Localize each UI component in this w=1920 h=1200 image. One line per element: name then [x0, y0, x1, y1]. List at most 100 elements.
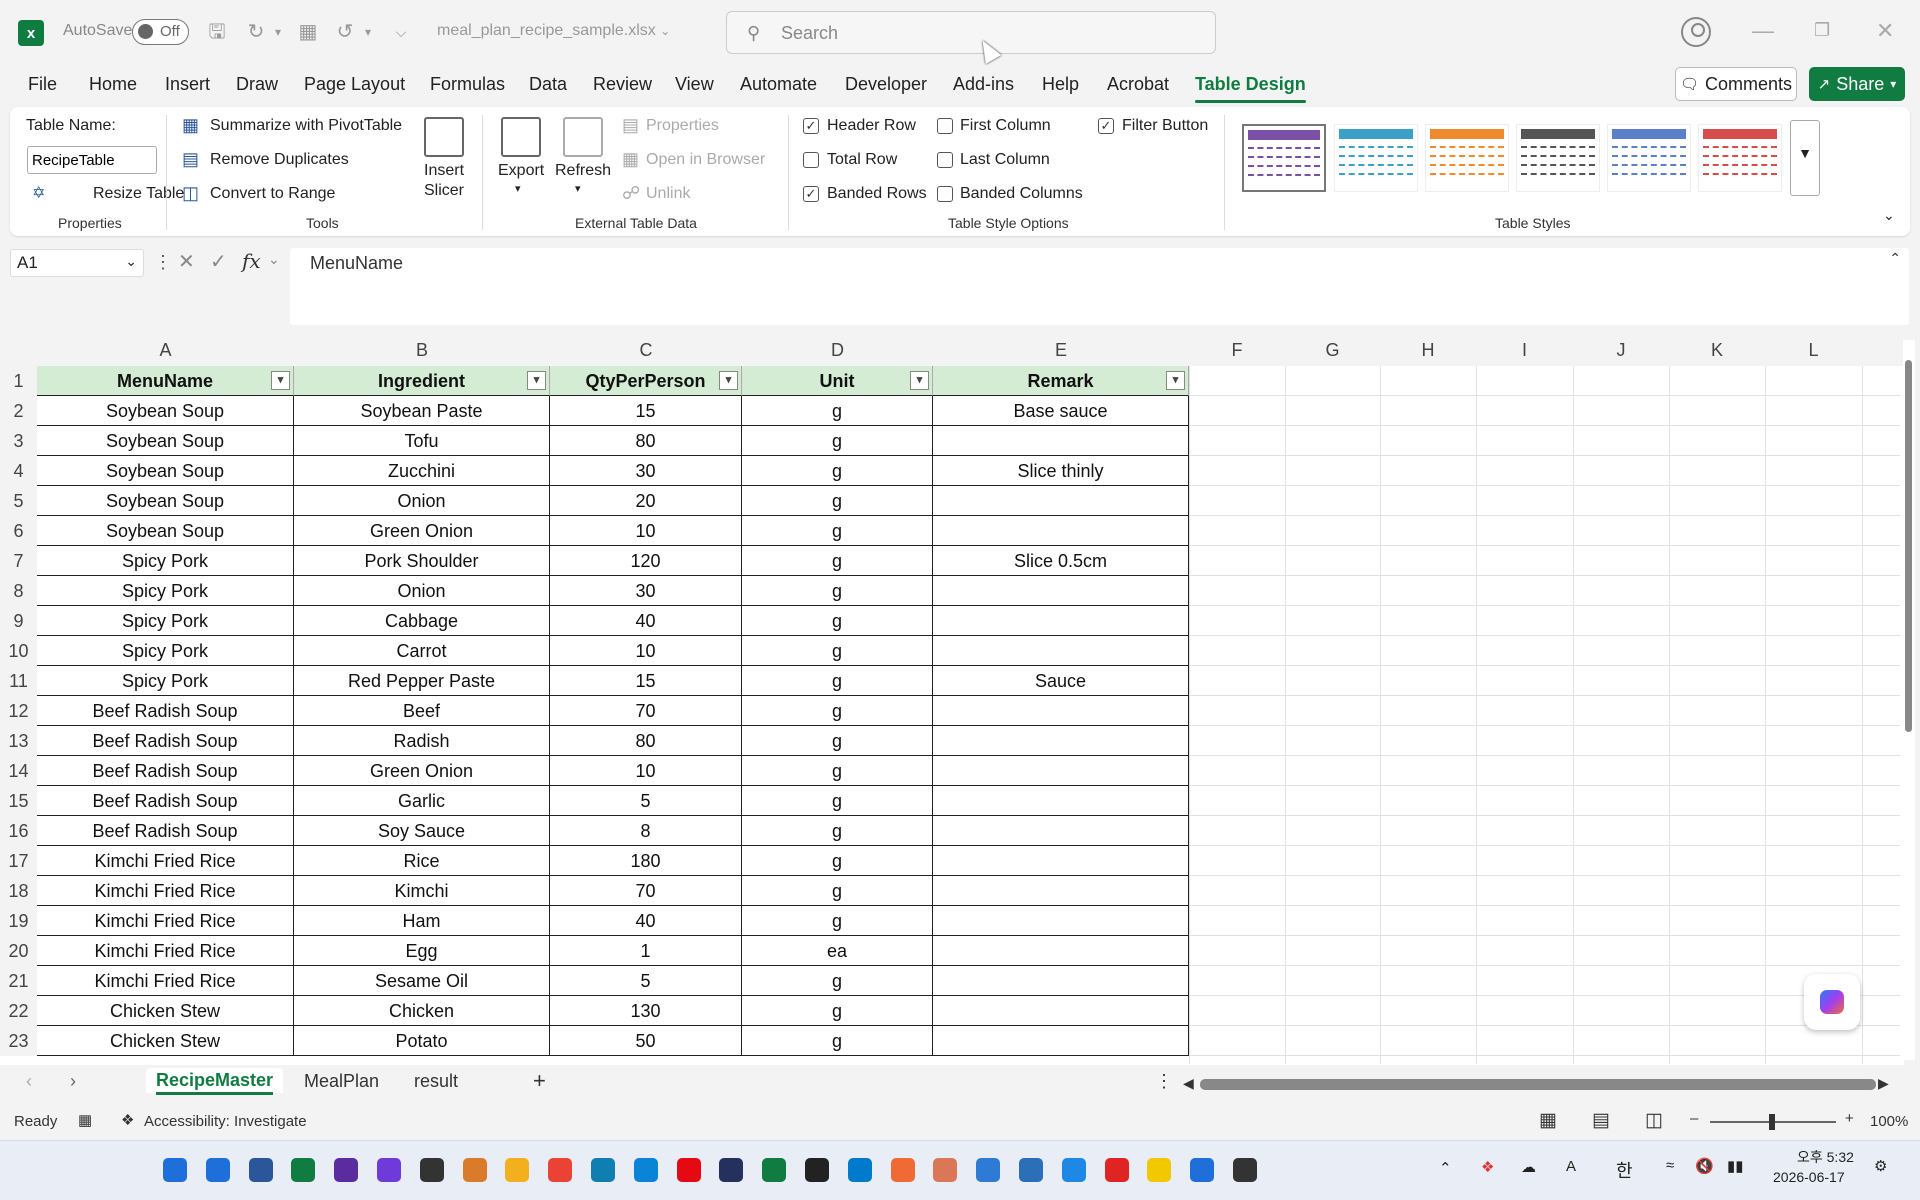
next-sheet-icon[interactable]: › [70, 1071, 76, 1092]
table-cell[interactable] [933, 876, 1189, 906]
column-header-j[interactable]: J [1573, 334, 1669, 366]
table-name-input[interactable] [27, 146, 157, 174]
battery-icon[interactable]: ▮▮ [1727, 1157, 1744, 1175]
form-icon[interactable]: ▦ [296, 20, 320, 44]
row-header[interactable]: 23 [0, 1026, 37, 1056]
table-cell[interactable] [933, 906, 1189, 936]
tab-formulas[interactable]: Formulas [430, 74, 505, 95]
taskbar-app-icon[interactable] [634, 1158, 658, 1182]
table-cell[interactable]: Cabbage [294, 606, 550, 636]
taskbar-app-icon[interactable] [377, 1158, 401, 1182]
row-header[interactable]: 2 [0, 396, 37, 426]
table-cell[interactable]: Red Pepper Paste [294, 666, 550, 696]
remove-duplicates-button[interactable]: Remove Duplicates [210, 151, 349, 169]
table-cell[interactable]: g [742, 726, 933, 756]
table-cell[interactable] [933, 636, 1189, 666]
table-cell[interactable]: 10 [550, 756, 742, 786]
table-cell[interactable] [933, 846, 1189, 876]
table-cell[interactable]: 15 [550, 396, 742, 426]
sheet-tab-mealplan[interactable]: MealPlan [304, 1071, 379, 1092]
scroll-thumb[interactable] [1905, 360, 1912, 732]
table-cell[interactable]: g [742, 846, 933, 876]
accessibility-icon[interactable]: ❖ [121, 1111, 134, 1129]
column-header-k[interactable]: K [1669, 334, 1765, 366]
cancel-icon[interactable]: ✕ [178, 249, 195, 274]
table-cell[interactable]: Soybean Paste [294, 396, 550, 426]
table-cell[interactable]: 8 [550, 816, 742, 846]
table-cell[interactable]: Green Onion [294, 516, 550, 546]
table-cell[interactable]: g [742, 426, 933, 456]
tab-insert[interactable]: Insert [165, 74, 210, 95]
table-cell[interactable]: Slice 0.5cm [933, 546, 1189, 576]
column-header-e[interactable]: E [933, 334, 1189, 366]
zoom-in-icon[interactable]: + [1845, 1110, 1854, 1127]
insert-slicer-button[interactable]: Insert [424, 162, 464, 180]
cloud-offline-icon[interactable]: ☁ [1521, 1158, 1536, 1176]
table-cell[interactable]: Slice thinly [933, 456, 1189, 486]
table-cell[interactable]: g [742, 876, 933, 906]
table-cell[interactable]: 70 [550, 696, 742, 726]
convert-to-range-button[interactable]: Convert to Range [210, 185, 335, 203]
row-header[interactable]: 1 [0, 366, 37, 396]
row-header[interactable]: 19 [0, 906, 37, 936]
table-cell[interactable]: Spicy Pork [37, 576, 294, 606]
row-header[interactable]: 3 [0, 426, 37, 456]
close-icon[interactable]: ✕ [1876, 18, 1894, 44]
taskbar-app-icon[interactable] [677, 1158, 701, 1182]
taskbar-app-icon[interactable] [291, 1158, 315, 1182]
clock-time[interactable]: 오후 5:32 [1797, 1147, 1854, 1167]
vertical-scrollbar[interactable] [1903, 340, 1915, 1060]
table-cell[interactable]: Soy Sauce [294, 816, 550, 846]
table-cell[interactable] [933, 996, 1189, 1026]
zoom-slider-thumb[interactable] [1769, 1114, 1775, 1130]
table-cell[interactable]: Garlic [294, 786, 550, 816]
row-header[interactable]: 15 [0, 786, 37, 816]
row-header[interactable]: 21 [0, 966, 37, 996]
tab-home[interactable]: Home [89, 74, 137, 95]
filter-dropdown-icon[interactable]: ▾ [527, 371, 546, 390]
tab-view[interactable]: View [675, 74, 714, 95]
filter-dropdown-icon[interactable]: ▾ [910, 371, 929, 390]
table-cell[interactable]: 5 [550, 786, 742, 816]
table-cell[interactable] [933, 816, 1189, 846]
banded-columns-checkbox[interactable] [937, 186, 953, 202]
table-cell[interactable]: Onion [294, 576, 550, 606]
chevron-down-icon[interactable]: ⌄ [268, 251, 280, 268]
tab-add-ins[interactable]: Add-ins [953, 74, 1014, 95]
table-cell[interactable]: g [742, 816, 933, 846]
table-cell[interactable]: Radish [294, 726, 550, 756]
customize-qat-icon[interactable]: ⌵ [389, 20, 413, 44]
add-sheet-icon[interactable]: + [533, 1068, 546, 1094]
column-header-d[interactable]: D [742, 334, 933, 366]
table-cell[interactable] [933, 1026, 1189, 1056]
sheet-tab-recipemaster[interactable]: RecipeMaster [146, 1068, 284, 1095]
minimize-icon[interactable]: — [1752, 18, 1774, 44]
zoom-level[interactable]: 100% [1870, 1113, 1908, 1130]
table-cell[interactable]: g [742, 996, 933, 1026]
taskbar-app-icon[interactable] [334, 1158, 358, 1182]
table-cell[interactable]: 20 [550, 486, 742, 516]
taskbar-app-icon[interactable] [1019, 1158, 1043, 1182]
table-cell[interactable]: Potato [294, 1026, 550, 1056]
undo-icon[interactable]: ↺ [333, 20, 357, 44]
filter-dropdown-icon[interactable]: ▾ [719, 371, 738, 390]
table-cell[interactable]: 50 [550, 1026, 742, 1056]
taskbar-app-icon[interactable] [1147, 1158, 1171, 1182]
table-cell[interactable] [933, 726, 1189, 756]
export-button[interactable]: Export [498, 162, 544, 180]
table-cell[interactable]: g [742, 696, 933, 726]
table-header-cell[interactable]: QtyPerPerson ▾ [550, 366, 742, 396]
table-cell[interactable]: g [742, 576, 933, 606]
table-cell[interactable]: 40 [550, 906, 742, 936]
table-cell[interactable] [933, 486, 1189, 516]
tab-review[interactable]: Review [593, 74, 652, 95]
taskbar-app-icon[interactable] [805, 1158, 829, 1182]
comments-button[interactable]: 🗨 Comments [1675, 67, 1797, 101]
taskbar-app-icon[interactable] [1105, 1158, 1129, 1182]
table-cell[interactable]: Base sauce [933, 396, 1189, 426]
column-header-i[interactable]: I [1476, 334, 1573, 366]
row-header[interactable]: 11 [0, 666, 37, 696]
column-header-b[interactable]: B [294, 334, 550, 366]
row-header[interactable]: 22 [0, 996, 37, 1026]
table-cell[interactable]: 180 [550, 846, 742, 876]
